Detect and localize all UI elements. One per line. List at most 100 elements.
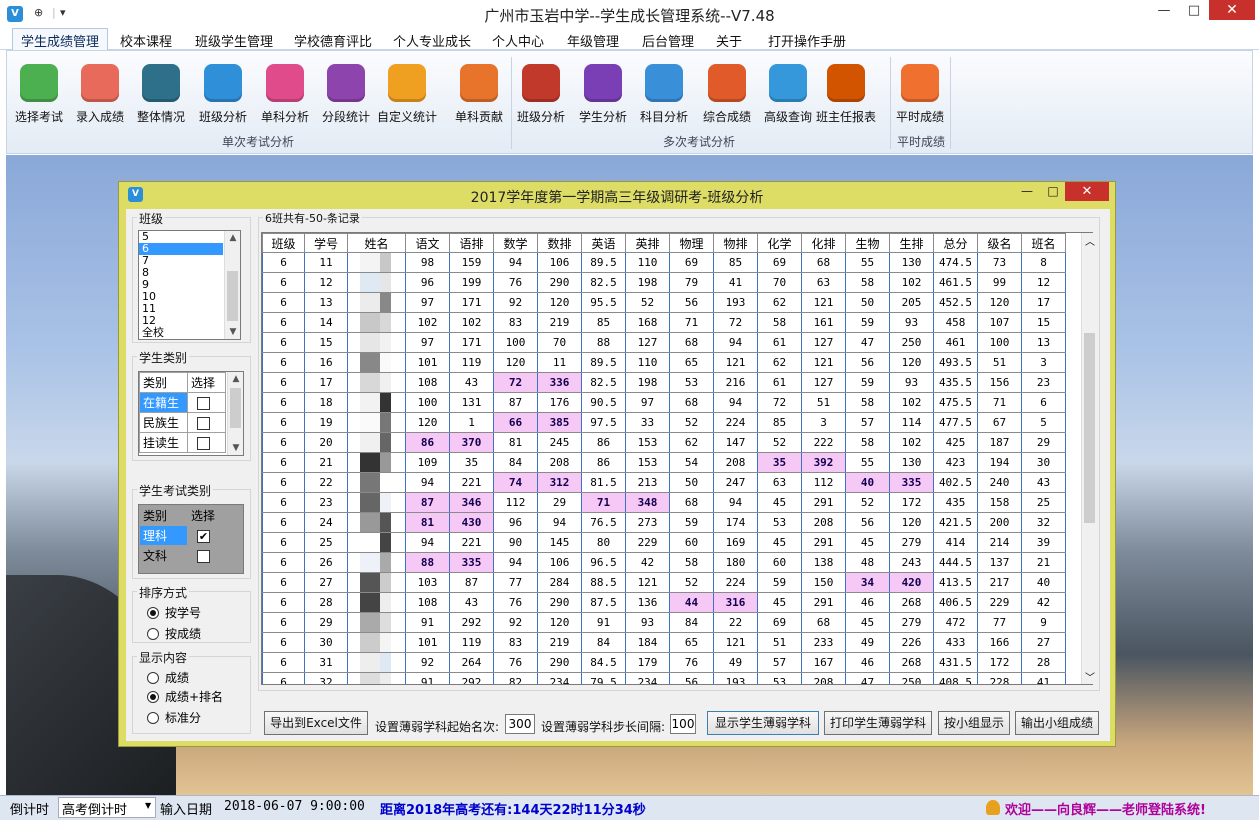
class-list-item[interactable]: 全校 (139, 327, 223, 339)
ribbon-button-14[interactable]: 平时成绩 (890, 61, 950, 125)
column-header[interactable]: 生排 (889, 233, 934, 253)
display-score-radio[interactable]: 成绩 (147, 669, 189, 686)
table-row[interactable]: 6 18 100 131 87 176 90.5 97 68 94 72 51 58 102 475.5 71… (262, 392, 1066, 413)
table-row[interactable]: 6 13 97 171 92 120 95.5 52 56 193 62 121 50 205 452.5 1… (262, 292, 1066, 313)
display-standard-radio[interactable]: 标准分 (147, 709, 201, 726)
type-name[interactable]: 挂读生 (139, 432, 188, 453)
ribbon-button-6[interactable]: 自定义统计 (377, 61, 437, 125)
ribbon-button-9[interactable]: 学生分析 (573, 61, 633, 125)
menu-tab-personal[interactable]: 个人中心 (492, 31, 544, 50)
step-input[interactable]: 100 (670, 714, 696, 734)
table-row[interactable]: 6 29 91 292 92 120 91 93 84 22 69 68 45 279 472 77 9 (262, 612, 1066, 633)
show-weak-subjects-button[interactable]: 显示学生薄弱学科 (707, 711, 819, 735)
menu-tab-moral[interactable]: 学校德育评比 (294, 31, 372, 50)
type-name[interactable]: 民族生 (139, 412, 188, 433)
table-row[interactable]: 6 21 109 35 84 208 86 153 54 208 35 392 55 130 423 194 3… (262, 452, 1066, 473)
column-header[interactable]: 姓名 (347, 233, 406, 253)
window-maximize-button[interactable]: □ (1041, 184, 1065, 202)
column-header[interactable]: 英排 (625, 233, 670, 253)
column-header[interactable]: 生物 (845, 233, 890, 253)
column-header[interactable]: 化学 (757, 233, 802, 253)
column-header[interactable]: 化排 (801, 233, 846, 253)
menu-tab-course[interactable]: 校本课程 (120, 31, 172, 50)
table-row[interactable]: 6 31 92 264 76 290 84.5 179 76 49 57 167 46 268 431.5 1… (262, 652, 1066, 673)
column-header[interactable]: 语排 (449, 233, 494, 253)
ribbon-button-8[interactable]: 班级分析 (511, 61, 571, 125)
ribbon-button-2[interactable]: 整体情况 (131, 61, 191, 125)
minimize-button[interactable]: — (1150, 2, 1178, 22)
countdown-select[interactable]: 高考倒计时 ▼ (58, 797, 156, 818)
type-name[interactable]: 文科 (139, 545, 188, 566)
ribbon-button-7[interactable]: 单科贡献 (449, 61, 509, 125)
ribbon-button-3[interactable]: 班级分析 (193, 61, 253, 125)
select-checkbox[interactable] (197, 436, 210, 450)
print-weak-subjects-button[interactable]: 打印学生薄弱学科 (824, 711, 932, 735)
start-rank-input[interactable]: 300 (505, 714, 535, 734)
ribbon-button-10[interactable]: 科目分析 (634, 61, 694, 125)
column-header[interactable]: 物排 (713, 233, 758, 253)
select-checkbox[interactable] (197, 416, 210, 430)
export-excel-button[interactable]: 导出到Excel文件 (264, 711, 368, 735)
menu-tab-manual[interactable]: 打开操作手册 (768, 31, 846, 50)
window-minimize-button[interactable]: — (1015, 184, 1039, 202)
menu-tab-admin[interactable]: 后台管理 (642, 31, 694, 50)
table-row[interactable]: 6 24 81 430 96 94 76.5 273 59 174 53 208 56 120 421.5 2… (262, 512, 1066, 533)
table-row[interactable]: 6 22 94 221 74 312 81.5 213 50 247 63 112 40 335 402.5… (262, 472, 1066, 493)
ribbon-button-1[interactable]: 录入成绩 (70, 61, 130, 125)
ribbon-button-5[interactable]: 分段统计 (316, 61, 376, 125)
ribbon-button-4[interactable]: 单科分析 (255, 61, 315, 125)
display-score-rank-radio[interactable]: 成绩+排名 (147, 688, 223, 705)
column-header[interactable]: 英语 (581, 233, 626, 253)
column-header[interactable]: 级名 (977, 233, 1022, 253)
table-row[interactable]: 6 26 88 335 94 106 96.5 42 58 180 60 138 48 243 444.5 1… (262, 552, 1066, 573)
maximize-button[interactable]: □ (1180, 2, 1208, 22)
table-row[interactable]: 6 30 101 119 83 219 84 184 65 121 51 233 49 226 433 166… (262, 632, 1066, 653)
menu-tab-about[interactable]: 关于 (716, 31, 742, 50)
column-header[interactable]: 语文 (405, 233, 450, 253)
sort-by-id-radio[interactable]: 按学号 (147, 604, 201, 621)
select-checkbox[interactable] (197, 396, 210, 410)
column-header[interactable]: 班级 (262, 233, 305, 253)
type-name[interactable]: 在籍生 (139, 392, 188, 413)
table-row[interactable]: 6 28 108 43 76 290 87.5 136 44 316 45 291 46 268 406.5… (262, 592, 1066, 613)
group-export-button[interactable]: 输出小组成绩 (1015, 711, 1099, 735)
column-header[interactable]: 物理 (669, 233, 714, 253)
menu-tab-growth[interactable]: 个人专业成长 (393, 31, 471, 50)
ribbon-button-13[interactable]: 班主任报表 (816, 61, 876, 125)
table-row[interactable]: 6 25 94 221 90 145 80 229 60 169 45 291 45 279 414 214 3… (262, 532, 1066, 553)
table-row[interactable]: 6 15 97 171 100 70 88 127 68 94 61 127 47 250 461 100 13 (262, 332, 1066, 353)
ribbon-button-11[interactable]: 综合成绩 (697, 61, 757, 125)
ribbon-button-12[interactable]: 高级查询 (758, 61, 818, 125)
table-row[interactable]: 6 32 91 292 82 234 79.5 234 56 193 53 208 47 250 408.5… (262, 672, 1066, 684)
ribbon-button-0[interactable]: 选择考试 (9, 61, 69, 125)
table-row[interactable]: 6 23 87 346 112 29 71 348 68 94 45 291 52 172 435 158 25 (262, 492, 1066, 513)
column-header[interactable]: 数排 (537, 233, 582, 253)
type-name[interactable]: 理科 (139, 525, 188, 546)
class-list-item[interactable]: 8 (139, 267, 223, 279)
class-list-item[interactable]: 5 (139, 231, 223, 243)
class-list-item[interactable]: 7 (139, 255, 223, 267)
sort-by-score-radio[interactable]: 按成绩 (147, 625, 201, 642)
grid-scrollbar[interactable]: ︿ ﹀ (1081, 233, 1097, 684)
table-row[interactable]: 6 16 101 119 120 11 89.5 110 65 121 62 121 56 120 493.… (262, 352, 1066, 373)
table-row[interactable]: 6 12 96 199 76 290 82.5 198 79 41 70 63 58 102 461.5 99… (262, 272, 1066, 293)
select-checkbox[interactable]: ✔ (197, 529, 210, 543)
column-header[interactable]: 数学 (493, 233, 538, 253)
table-row[interactable]: 6 14 102 102 83 219 85 168 71 72 58 161 59 93 458 107 15 (262, 312, 1066, 333)
select-checkbox[interactable] (197, 549, 210, 563)
menu-tab-score[interactable]: 学生成绩管理 (12, 28, 109, 51)
table-row[interactable]: 6 27 103 87 77 284 88.5 121 52 224 59 150 34 420 413.5… (262, 572, 1066, 593)
table-row[interactable]: 6 11 98 159 94 106 89.5 110 69 85 69 68 55 130 474.5 73… (262, 252, 1066, 273)
table-row[interactable]: 6 17 108 43 72 336 82.5 198 53 216 61 127 59 93 435.5 1… (262, 372, 1066, 393)
column-header[interactable]: 班名 (1021, 233, 1066, 253)
menu-tab-class-students[interactable]: 班级学生管理 (195, 31, 273, 50)
window-close-button[interactable]: ✕ (1065, 182, 1109, 201)
class-listbox[interactable]: 5 6 7 8 9 10 11 12 全校 ▲ ▼ (138, 230, 241, 340)
table-row[interactable]: 6 20 86 370 81 245 86 153 62 147 52 222 58 102 425 187 2… (262, 432, 1066, 453)
score-grid[interactable]: 班级 学号 姓名 语文 语排 数学 数排 英语 英排 物理 物排 化学 化排 生物 生排 总分 级名 班名 6 11 9… (261, 232, 1093, 685)
menu-tab-grade[interactable]: 年级管理 (567, 31, 619, 50)
close-button[interactable]: ✕ (1209, 0, 1255, 20)
class-list-item[interactable]: 6 (139, 243, 223, 255)
column-header[interactable]: 学号 (304, 233, 348, 253)
column-header[interactable]: 总分 (933, 233, 978, 253)
